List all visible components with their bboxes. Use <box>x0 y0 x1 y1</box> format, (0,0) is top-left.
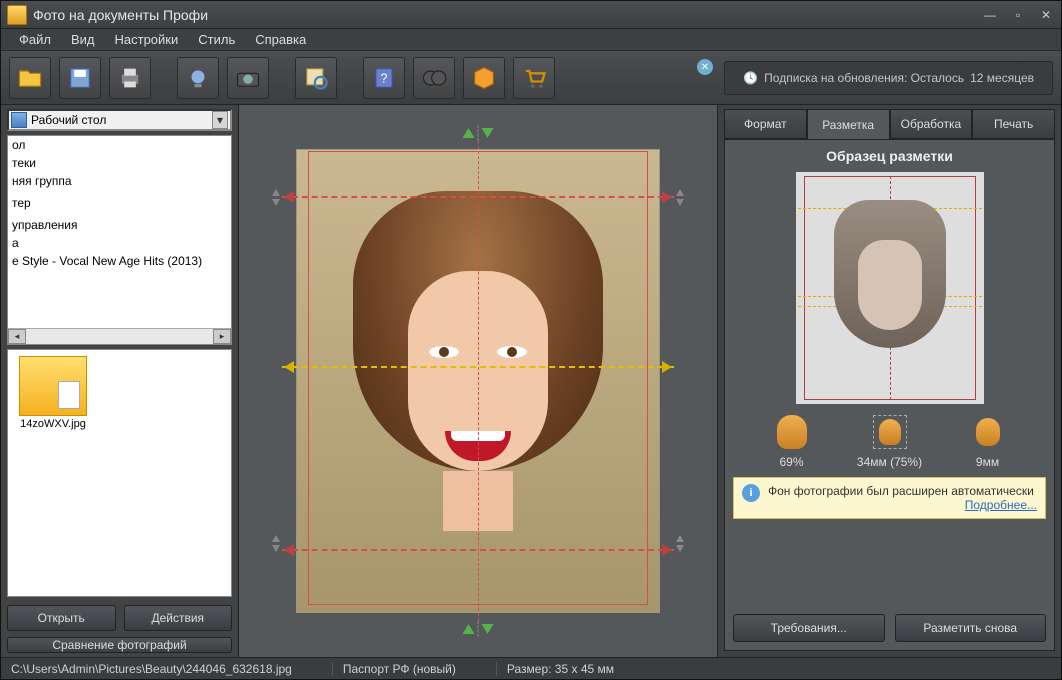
list-item[interactable]: тер <box>8 194 231 212</box>
menu-style[interactable]: Стиль <box>190 30 243 49</box>
resize-handle[interactable] <box>672 189 688 213</box>
save-button[interactable] <box>59 57 101 99</box>
video-button[interactable] <box>413 57 455 99</box>
statusbar: C:\Users\Admin\Pictures\Beauty\244046_63… <box>1 657 1061 679</box>
thumbnail-panel: 14zoWXV.jpg <box>7 349 232 597</box>
svg-text:?: ? <box>380 70 387 85</box>
menu-file[interactable]: Файл <box>11 30 59 49</box>
head-ears-icon <box>971 418 1005 446</box>
preview-button[interactable] <box>295 57 337 99</box>
photo-canvas[interactable] <box>278 131 678 631</box>
close-hint-icon[interactable]: ✕ <box>697 59 713 75</box>
info-link[interactable]: Подробнее... <box>965 498 1037 512</box>
subscription-panel: 🕓 Подписка на обновления: Осталось 12 ме… <box>724 61 1053 95</box>
metric-head-ratio: 69% <box>747 412 837 469</box>
menubar: Файл Вид Настройки Стиль Справка <box>1 29 1061 51</box>
open-folder-button[interactable] <box>9 57 51 99</box>
metric-head-width: 9мм <box>943 412 1033 469</box>
cart-button[interactable] <box>513 57 555 99</box>
metric-head-height: 34мм (75%) <box>845 412 935 469</box>
tab-markup[interactable]: Разметка <box>807 109 890 139</box>
list-item[interactable]: e Style - Vocal New Age Hits (2013) <box>8 252 231 270</box>
status-format: Паспорт РФ (новый) <box>332 662 466 676</box>
resize-handle[interactable] <box>672 535 688 559</box>
head-silhouette-icon <box>777 415 807 449</box>
remark-button[interactable]: Разметить снова <box>895 614 1047 642</box>
sample-preview <box>796 172 984 404</box>
tab-format[interactable]: Формат <box>724 109 807 139</box>
thumbnail[interactable]: 14zoWXV.jpg <box>14 356 92 430</box>
head-box-icon <box>873 415 907 449</box>
info-text: Фон фотографии был расширен автоматическ… <box>768 484 1034 498</box>
folder-selector[interactable]: Рабочий стол ▾ <box>7 109 232 131</box>
list-item[interactable]: няя группа <box>8 172 231 190</box>
clock-icon: 🕓 <box>743 71 758 85</box>
menu-settings[interactable]: Настройки <box>107 30 187 49</box>
tab-processing[interactable]: Обработка <box>890 109 973 139</box>
menu-view[interactable]: Вид <box>63 30 103 49</box>
app-icon <box>7 5 27 25</box>
camera-button[interactable] <box>227 57 269 99</box>
help-button[interactable]: ? <box>363 57 405 99</box>
open-button[interactable]: Открыть <box>7 605 116 631</box>
hscrollbar[interactable]: ◂▸ <box>8 328 231 344</box>
desktop-icon <box>11 112 27 128</box>
status-size: Размер: 35 x 45 мм <box>496 662 624 676</box>
subscription-label: Подписка на обновления: Осталось <box>764 71 964 85</box>
info-banner: i Фон фотографии был расширен автоматиче… <box>733 477 1046 519</box>
requirements-button[interactable]: Требования... <box>733 614 885 642</box>
chevron-down-icon[interactable]: ▾ <box>212 111 228 129</box>
guide-handle-icon[interactable] <box>662 191 672 203</box>
info-icon: i <box>742 484 760 502</box>
menu-help[interactable]: Справка <box>247 30 314 49</box>
list-item[interactable]: теки <box>8 154 231 172</box>
subscription-months: 12 месяцев <box>970 71 1034 85</box>
list-item[interactable]: ол <box>8 136 231 154</box>
maximize-button[interactable]: ▫ <box>1009 8 1027 22</box>
left-panel: Рабочий стол ▾ ол теки няя группа тер уп… <box>1 105 239 657</box>
thumbnail-caption: 14zoWXV.jpg <box>14 418 92 430</box>
right-panel: Формат Разметка Обработка Печать Образец… <box>717 105 1061 657</box>
eye-guideline[interactable] <box>282 366 674 368</box>
status-path: C:\Users\Admin\Pictures\Beauty\244046_63… <box>11 662 302 676</box>
folder-selected-label: Рабочий стол <box>27 113 212 127</box>
titlebar: Фото на документы Профи — ▫ ✕ <box>1 1 1061 29</box>
thumbnail-image <box>19 356 87 416</box>
guide-handle-icon[interactable] <box>284 544 294 556</box>
folder-list[interactable]: ол теки няя группа тер управления а e St… <box>7 135 232 345</box>
package-button[interactable] <box>463 57 505 99</box>
chin-guideline[interactable] <box>282 549 674 551</box>
window-title: Фото на документы Профи <box>33 7 981 23</box>
top-guideline[interactable] <box>282 196 674 198</box>
guide-handle-icon[interactable] <box>284 361 294 373</box>
guide-handle-icon[interactable] <box>284 191 294 203</box>
print-button[interactable] <box>109 57 151 99</box>
resize-handle[interactable] <box>268 535 284 559</box>
move-up-down-handle[interactable] <box>463 621 494 637</box>
toolbar: ? ✕ 🕓 Подписка на обновления: Осталось 1… <box>1 51 1061 105</box>
guide-handle-icon[interactable] <box>662 361 672 373</box>
minimize-button[interactable]: — <box>981 8 999 22</box>
tab-print[interactable]: Печать <box>972 109 1055 139</box>
close-button[interactable]: ✕ <box>1037 8 1055 22</box>
list-item[interactable]: а <box>8 234 231 252</box>
canvas-area <box>239 105 717 657</box>
resize-handle[interactable] <box>268 189 284 213</box>
list-item[interactable]: управления <box>8 216 231 234</box>
sample-title: Образец разметки <box>733 148 1046 164</box>
webcam-button[interactable] <box>177 57 219 99</box>
move-up-down-handle[interactable] <box>463 125 494 141</box>
compare-button[interactable]: Сравнение фотографий <box>7 637 232 653</box>
guide-handle-icon[interactable] <box>662 544 672 556</box>
actions-button[interactable]: Действия <box>124 605 233 631</box>
